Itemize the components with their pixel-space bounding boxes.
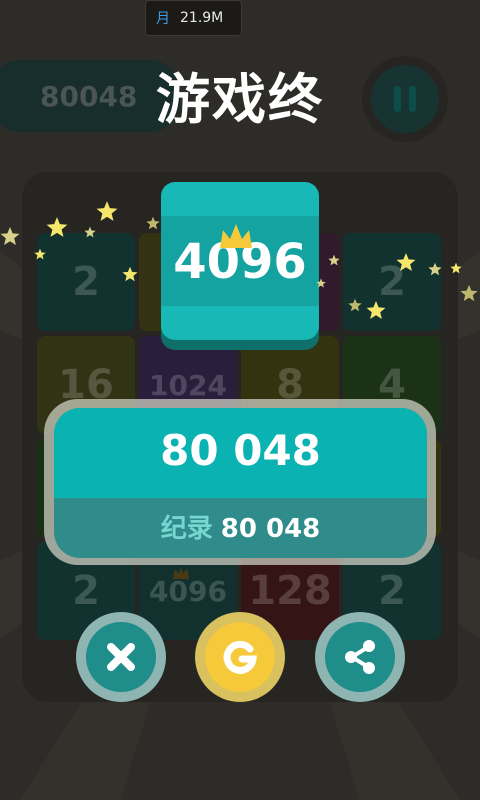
small-crown-icon (173, 567, 189, 579)
star-icon (84, 226, 96, 238)
record-value: 80 048 (220, 514, 321, 544)
share-button[interactable] (315, 612, 405, 702)
game-over-title: 游戏终 (156, 68, 324, 131)
crown-icon (220, 224, 252, 248)
star-icon (428, 262, 442, 276)
star-icon (316, 278, 326, 288)
star-icon (460, 284, 478, 302)
star-icon (46, 217, 68, 237)
score-panel: 80 048 纪录 80 048 (54, 408, 427, 558)
star-icon (34, 248, 46, 260)
close-button[interactable] (76, 612, 166, 702)
share-icon (345, 640, 375, 674)
star-icon (348, 298, 362, 312)
star-icon (146, 216, 160, 230)
notification-icon: 月 (156, 11, 170, 27)
record-label: 纪录 (160, 514, 213, 544)
board-tile: 2 (37, 233, 135, 331)
star-icon (122, 266, 138, 282)
star-icon (0, 227, 20, 245)
record-line: 纪录 80 048 (54, 508, 427, 545)
star-icon (366, 301, 386, 319)
status-bar: 月 21.9M (145, 0, 242, 36)
star-icon (396, 253, 416, 271)
board-tile: 2 (343, 233, 441, 331)
star-icon (450, 262, 462, 274)
achievement-tile: 4096 (161, 182, 319, 340)
star-icon (96, 201, 118, 221)
close-icon (107, 643, 135, 671)
final-score: 80 048 (160, 426, 321, 475)
memory-label: 21.9M (180, 10, 224, 26)
restart-button[interactable] (195, 612, 285, 702)
restart-icon (223, 640, 257, 674)
star-icon (328, 254, 340, 266)
